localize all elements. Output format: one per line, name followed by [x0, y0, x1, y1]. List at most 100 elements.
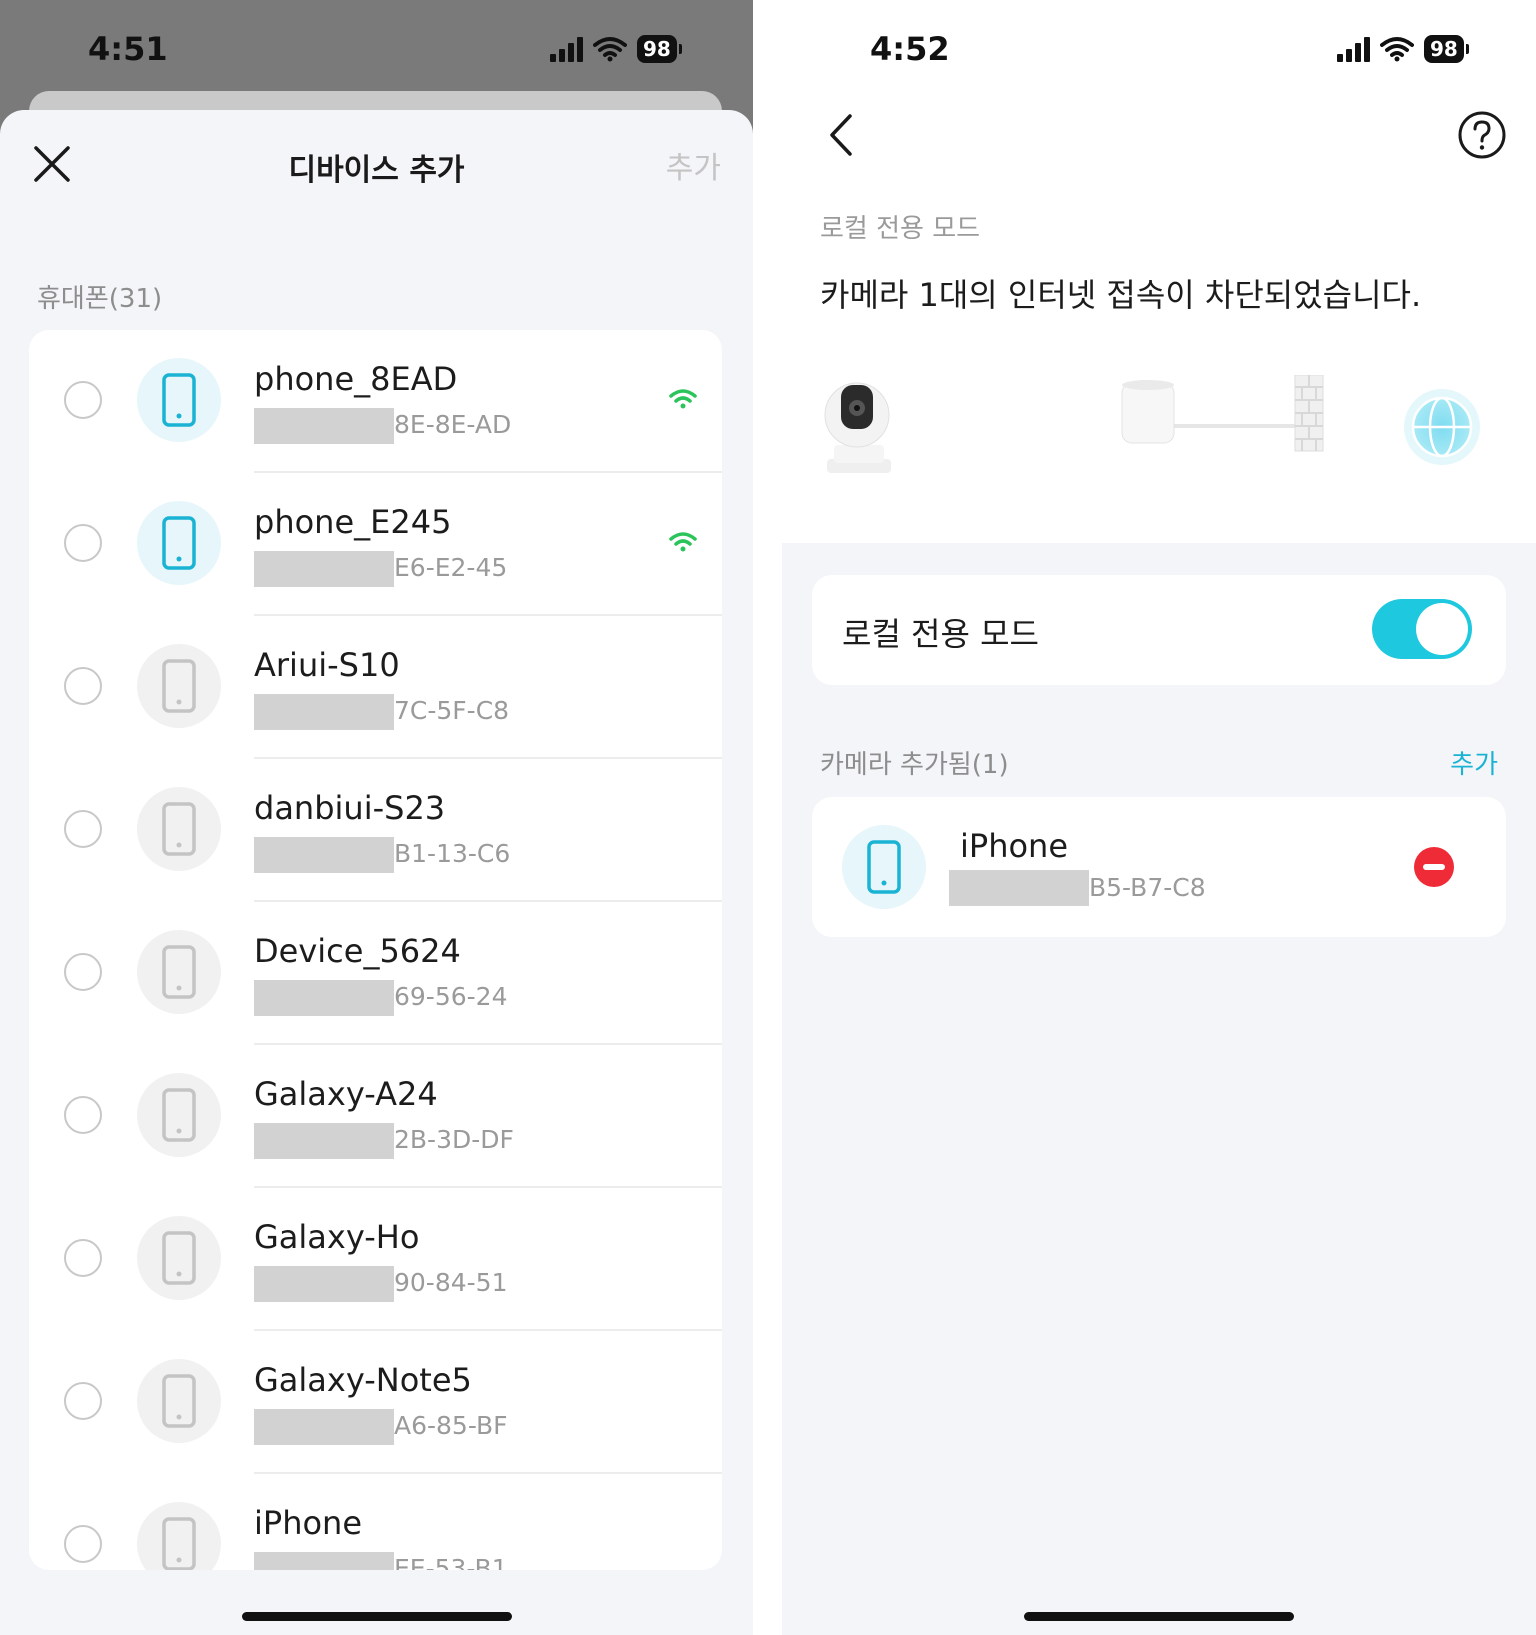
firewall-icon [1294, 375, 1324, 452]
phone-icon [162, 1087, 196, 1142]
remove-icon[interactable] [1414, 847, 1454, 887]
add-button[interactable]: 추가 [666, 143, 721, 187]
phone-icon [162, 1230, 196, 1285]
local-mode-label: 로컬 전용 모드 [842, 615, 1039, 653]
device-name: Device_5624 [254, 932, 461, 970]
camera-device-mac: B5-B7-C8 [1089, 873, 1206, 902]
mode-description: 카메라 1대의 인터넷 접속이 차단되었습니다. [820, 276, 1422, 314]
mac-redaction [254, 980, 394, 1016]
status-time: 4:52 [870, 30, 950, 68]
phone-icon [162, 658, 196, 713]
device-row[interactable]: phone_E245 E6-E2-45 [29, 473, 722, 616]
select-radio[interactable] [64, 809, 102, 848]
select-radio[interactable] [64, 1524, 102, 1563]
status-icons: 98 [550, 35, 682, 63]
device-row[interactable]: Galaxy-Note5 A6-85-BF [29, 1331, 722, 1474]
mac-redaction [949, 870, 1089, 906]
device-mac: 2B-3D-DF [394, 1125, 514, 1154]
left-screen: 4:51 98 디바이스 추가 추가 휴대폰(31) phone_8EAD 8E… [0, 0, 753, 1635]
device-avatar [137, 1072, 221, 1157]
mac-redaction [254, 1409, 394, 1445]
local-mode-toggle[interactable] [1372, 599, 1472, 659]
device-mac: 7C-5F-C8 [394, 696, 510, 725]
mac-redaction [254, 408, 394, 444]
wifi-online-icon [669, 389, 697, 409]
router-icon [1121, 380, 1175, 444]
add-device-sheet: 디바이스 추가 추가 휴대폰(31) phone_8EAD 8E-8E-AD p… [0, 110, 753, 1635]
device-row[interactable]: phone_8EAD 8E-8E-AD [29, 330, 722, 473]
device-name: iPhone [254, 1504, 363, 1542]
mac-redaction [254, 1552, 394, 1570]
device-name: phone_8EAD [254, 360, 458, 398]
device-row[interactable]: Ariui-S10 7C-5F-C8 [29, 616, 722, 759]
device-avatar [137, 786, 221, 871]
local-mode-card: 로컬 전용 모드 [812, 575, 1506, 685]
mac-redaction [254, 1266, 394, 1302]
device-avatar [137, 357, 221, 442]
device-name: Galaxy-A24 [254, 1075, 438, 1113]
mac-redaction [254, 551, 394, 587]
camera-section-label: 카메라 추가됨(1) [820, 750, 1009, 780]
device-row[interactable]: Galaxy-Ho 90-84-51 [29, 1188, 722, 1331]
signal-icon [1337, 36, 1370, 62]
device-name: Galaxy-Note5 [254, 1361, 472, 1399]
device-row[interactable]: danbiui-S23 B1-13-C6 [29, 759, 722, 902]
phone-icon [162, 944, 196, 999]
help-icon[interactable] [1457, 110, 1507, 160]
back-chevron-icon[interactable] [822, 110, 862, 160]
signal-icon [550, 36, 583, 62]
device-avatar [137, 929, 221, 1014]
status-time: 4:51 [88, 30, 168, 68]
mac-redaction [254, 1123, 394, 1159]
device-mac: 69-56-24 [394, 982, 508, 1011]
device-name: phone_E245 [254, 503, 452, 541]
right-screen: 4:52 98 로컬 전용 모드 카메라 1대의 인터넷 접속이 차단되었습니다… [782, 0, 1536, 1635]
device-avatar [137, 1358, 221, 1443]
select-radio[interactable] [64, 1095, 102, 1134]
device-mac: A6-85-BF [394, 1411, 508, 1440]
phone-icon [162, 515, 196, 570]
select-radio[interactable] [64, 380, 102, 419]
device-avatar [137, 500, 221, 585]
home-indicator [1024, 1612, 1294, 1621]
device-mac: EE-53-B1 [394, 1554, 508, 1570]
select-radio[interactable] [64, 1381, 102, 1420]
battery-icon: 98 [1424, 35, 1469, 63]
mode-small-label: 로컬 전용 모드 [820, 214, 981, 244]
camera-icon [824, 382, 891, 473]
phone-icon [162, 801, 196, 856]
device-avatar [842, 825, 926, 909]
toggle-knob [1416, 603, 1468, 655]
device-avatar [137, 1215, 221, 1300]
mac-redaction [254, 694, 394, 730]
device-row[interactable]: Galaxy-A24 2B-3D-DF [29, 1045, 722, 1188]
device-list: phone_8EAD 8E-8E-AD phone_E245 E6-E2-45 [29, 330, 722, 1570]
device-mac: E6-E2-45 [394, 553, 508, 582]
device-mac: 8E-8E-AD [394, 410, 512, 439]
internet-globe-icon [1404, 389, 1480, 465]
phone-icon [162, 1373, 196, 1428]
select-radio[interactable] [64, 666, 102, 705]
device-avatar [137, 1501, 221, 1570]
wifi-status-icon [593, 37, 627, 62]
select-radio[interactable] [64, 1238, 102, 1277]
mac-redaction [254, 837, 394, 873]
device-row[interactable]: iPhone EE-53-B1 [29, 1474, 722, 1570]
home-indicator [242, 1612, 512, 1621]
device-name: danbiui-S23 [254, 789, 446, 827]
device-avatar [137, 643, 221, 728]
wifi-status-icon [1380, 37, 1414, 62]
device-mac: 90-84-51 [394, 1268, 508, 1297]
select-radio[interactable] [64, 952, 102, 991]
sheet-title: 디바이스 추가 [288, 153, 465, 188]
device-row[interactable]: Device_5624 69-56-24 [29, 902, 722, 1045]
section-label: 휴대폰(31) [37, 284, 163, 314]
wifi-online-icon [669, 532, 697, 552]
camera-device-card: iPhone B5-B7-C8 [812, 797, 1506, 937]
select-radio[interactable] [64, 523, 102, 562]
device-mac: B1-13-C6 [394, 839, 511, 868]
camera-add-button[interactable]: 추가 [1450, 744, 1498, 781]
phone-icon [162, 372, 196, 427]
battery-icon: 98 [637, 35, 682, 63]
phone-icon [867, 840, 901, 894]
